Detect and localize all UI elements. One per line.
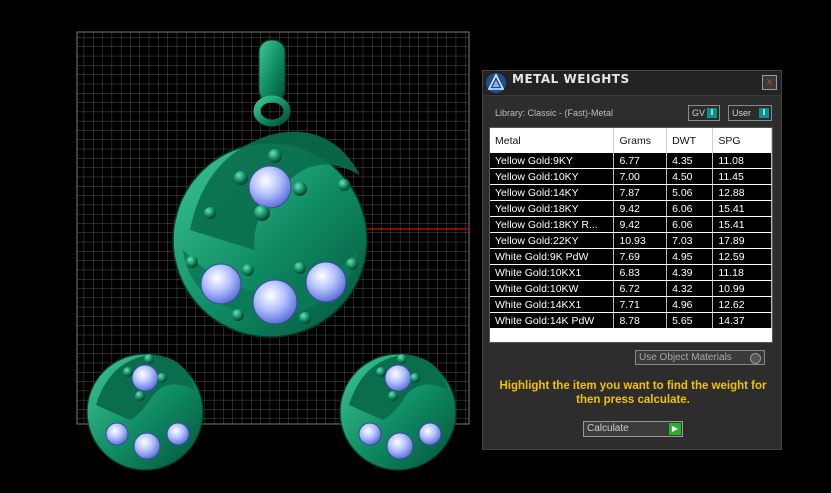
grams-cell: 6.83 (613, 264, 668, 281)
toggle-icon: I (707, 108, 717, 118)
viewport-canvas (76, 31, 470, 471)
play-arrow-icon: ▶ (669, 423, 681, 435)
spg-cell: 12.59 (712, 248, 772, 265)
metal-cell: White Gold:10KX1 (490, 264, 615, 281)
table-row[interactable]: White Gold:10KX1 6.83 4.39 11.18 (490, 264, 772, 281)
dwt-cell: 4.50 (666, 168, 714, 185)
column-header-grams[interactable]: Grams (613, 128, 668, 153)
grams-cell: 8.78 (613, 312, 668, 329)
grams-cell: 6.72 (613, 280, 668, 297)
grams-cell: 9.42 (613, 216, 668, 233)
metal-cell: White Gold:9K PdW (490, 248, 615, 265)
app-logo-icon (486, 73, 506, 93)
table-row[interactable]: Yellow Gold:22KY 10.93 7.03 17.89 (490, 232, 772, 249)
3d-viewport[interactable] (0, 0, 482, 493)
metal-cell: Yellow Gold:10KY (490, 168, 615, 185)
grams-cell: 7.69 (613, 248, 668, 265)
dwt-cell: 5.65 (666, 312, 714, 329)
column-header-spg[interactable]: SPG (712, 128, 772, 153)
panel-titlebar[interactable]: METAL WEIGHTS x (483, 71, 781, 96)
metal-cell: Yellow Gold:18KY R... (490, 216, 615, 233)
dwt-cell: 4.96 (666, 296, 714, 313)
dwt-cell: 5.06 (666, 184, 714, 201)
close-icon[interactable]: x (762, 75, 777, 90)
spg-cell: 12.88 (712, 184, 772, 201)
grams-cell: 10.93 (613, 232, 668, 249)
spg-cell: 14.37 (712, 312, 772, 329)
spg-cell: 17.89 (712, 232, 772, 249)
grams-cell: 7.71 (613, 296, 668, 313)
spg-cell: 11.08 (712, 153, 772, 169)
metal-weights-panel: METAL WEIGHTS x Library: Classic - (Fast… (482, 70, 782, 450)
spg-cell: 10.99 (712, 280, 772, 297)
spg-cell: 11.45 (712, 168, 772, 185)
metal-weights-table[interactable]: Metal Grams DWT SPG Yellow Gold:9KY 6.77… (489, 127, 773, 343)
library-label: Library: Classic - (Fast)-Metal (495, 108, 614, 118)
table-row[interactable]: Yellow Gold:14KY 7.87 5.06 12.88 (490, 184, 772, 201)
spg-cell: 11.18 (712, 264, 772, 281)
spg-cell: 15.41 (712, 200, 772, 217)
spg-cell: 12.62 (712, 296, 772, 313)
checkbox-icon (750, 353, 761, 364)
dwt-cell: 4.32 (666, 280, 714, 297)
instruction-text: Highlight the item you want to find the … (499, 380, 767, 406)
gv-toggle[interactable]: GV I (688, 105, 720, 121)
earring-model-left[interactable] (86, 353, 204, 471)
metal-cell: Yellow Gold:18KY (490, 200, 615, 217)
column-header-metal[interactable]: Metal (490, 128, 615, 153)
dwt-cell: 7.03 (666, 232, 714, 249)
table-row[interactable]: White Gold:9K PdW 7.69 4.95 12.59 (490, 248, 772, 265)
table-row[interactable]: White Gold:10KW 6.72 4.32 10.99 (490, 280, 772, 297)
metal-cell: Yellow Gold:9KY (490, 153, 615, 169)
metal-cell: White Gold:14KX1 (490, 296, 615, 313)
grams-cell: 7.00 (613, 168, 668, 185)
metal-cell: White Gold:14K PdW (490, 312, 615, 329)
dwt-cell: 4.39 (666, 264, 714, 281)
gv-toggle-label: GV (692, 108, 706, 118)
table-row[interactable]: Yellow Gold:18KY 9.42 6.06 15.41 (490, 200, 772, 217)
calculate-label: Calculate (587, 423, 629, 434)
panel-title: METAL WEIGHTS (512, 72, 630, 86)
calculate-button[interactable]: Calculate ▶ (583, 421, 683, 437)
toggle-icon: I (759, 108, 769, 118)
grams-cell: 9.42 (613, 200, 668, 217)
table-row[interactable]: White Gold:14K PdW 8.78 5.65 14.37 (490, 312, 772, 329)
metal-cell: White Gold:10KW (490, 280, 615, 297)
dwt-cell: 4.95 (666, 248, 714, 265)
dwt-cell: 4.35 (666, 153, 714, 169)
metal-cell: Yellow Gold:22KY (490, 232, 615, 249)
grams-cell: 6.77 (613, 153, 668, 169)
column-header-dwt[interactable]: DWT (666, 128, 714, 153)
table-header-row: Metal Grams DWT SPG (490, 128, 772, 153)
use-object-materials-label: Use Object Materials (639, 352, 732, 363)
table-row[interactable]: Yellow Gold:18KY R... 9.42 6.06 15.41 (490, 216, 772, 233)
use-object-materials-checkbox[interactable]: Use Object Materials (635, 350, 765, 365)
table-row[interactable]: Yellow Gold:9KY 6.77 4.35 11.08 (490, 153, 772, 169)
dwt-cell: 6.06 (666, 216, 714, 233)
table-row[interactable]: Yellow Gold:10KY 7.00 4.50 11.45 (490, 168, 772, 185)
user-toggle[interactable]: User I (728, 105, 772, 121)
dwt-cell: 6.06 (666, 200, 714, 217)
table-row[interactable]: White Gold:14KX1 7.71 4.96 12.62 (490, 296, 772, 313)
user-toggle-label: User (732, 108, 752, 118)
earring-model-right[interactable] (339, 353, 457, 471)
grams-cell: 7.87 (613, 184, 668, 201)
metal-cell: Yellow Gold:14KY (490, 184, 615, 201)
spg-cell: 15.41 (712, 216, 772, 233)
